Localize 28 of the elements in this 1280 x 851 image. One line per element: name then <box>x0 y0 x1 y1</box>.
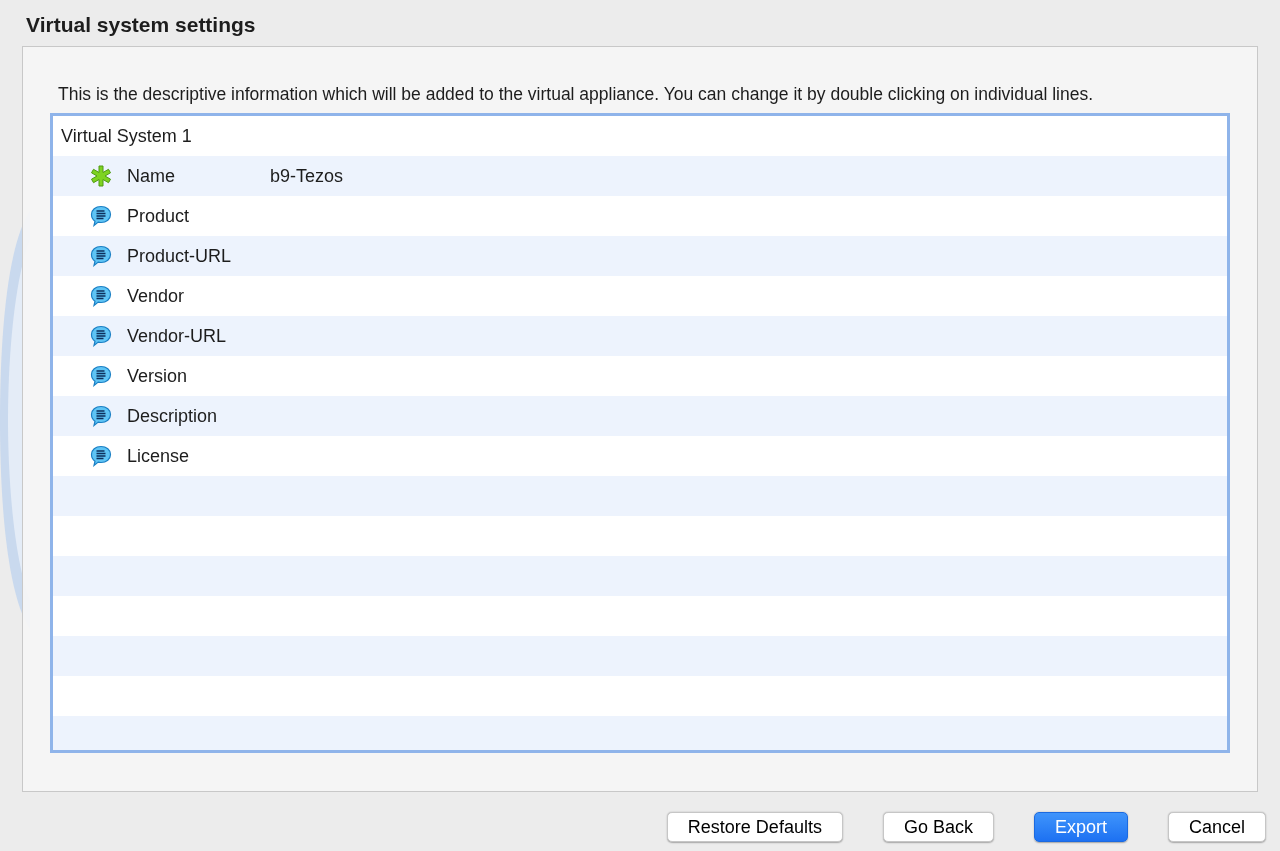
asterisk-icon <box>90 165 112 187</box>
tree-root-item[interactable]: Virtual System 1 <box>53 116 1227 156</box>
tree-item[interactable]: Product-URL <box>53 236 1227 276</box>
property-label: Vendor <box>127 284 186 308</box>
dialog-button[interactable]: Cancel <box>1167 812 1266 842</box>
description-text: This is the descriptive information which will be added to the virtual appliance. You can change it by double clicking on individual lines. <box>57 83 1095 106</box>
property-label: Name <box>127 164 176 188</box>
speech-bubble-icon <box>90 205 112 227</box>
property-label: Product-URL <box>127 244 233 268</box>
property-label: Product <box>127 204 191 228</box>
speech-bubble-icon <box>90 365 112 387</box>
property-label: Vendor-URL <box>127 324 228 348</box>
tree-item[interactable]: Name b9-Tezos <box>53 156 1227 196</box>
property-label: Description <box>127 404 219 428</box>
dialog-button[interactable]: Export <box>1033 812 1128 842</box>
speech-bubble-icon <box>90 285 112 307</box>
speech-bubble-icon <box>90 405 112 427</box>
property-label: License <box>127 444 191 468</box>
page-title: Virtual system settings <box>25 12 257 38</box>
dialog-button[interactable]: Restore Defaults <box>666 812 843 842</box>
property-label: Version <box>127 364 189 388</box>
dialog-button[interactable]: Go Back <box>882 812 994 842</box>
property-value: b9-Tezos <box>270 164 344 188</box>
speech-bubble-icon <box>90 445 112 467</box>
speech-bubble-icon <box>90 245 112 267</box>
tree-item[interactable]: Vendor-URL <box>53 316 1227 356</box>
speech-bubble-icon <box>90 325 112 347</box>
tree-item[interactable]: Description <box>53 396 1227 436</box>
